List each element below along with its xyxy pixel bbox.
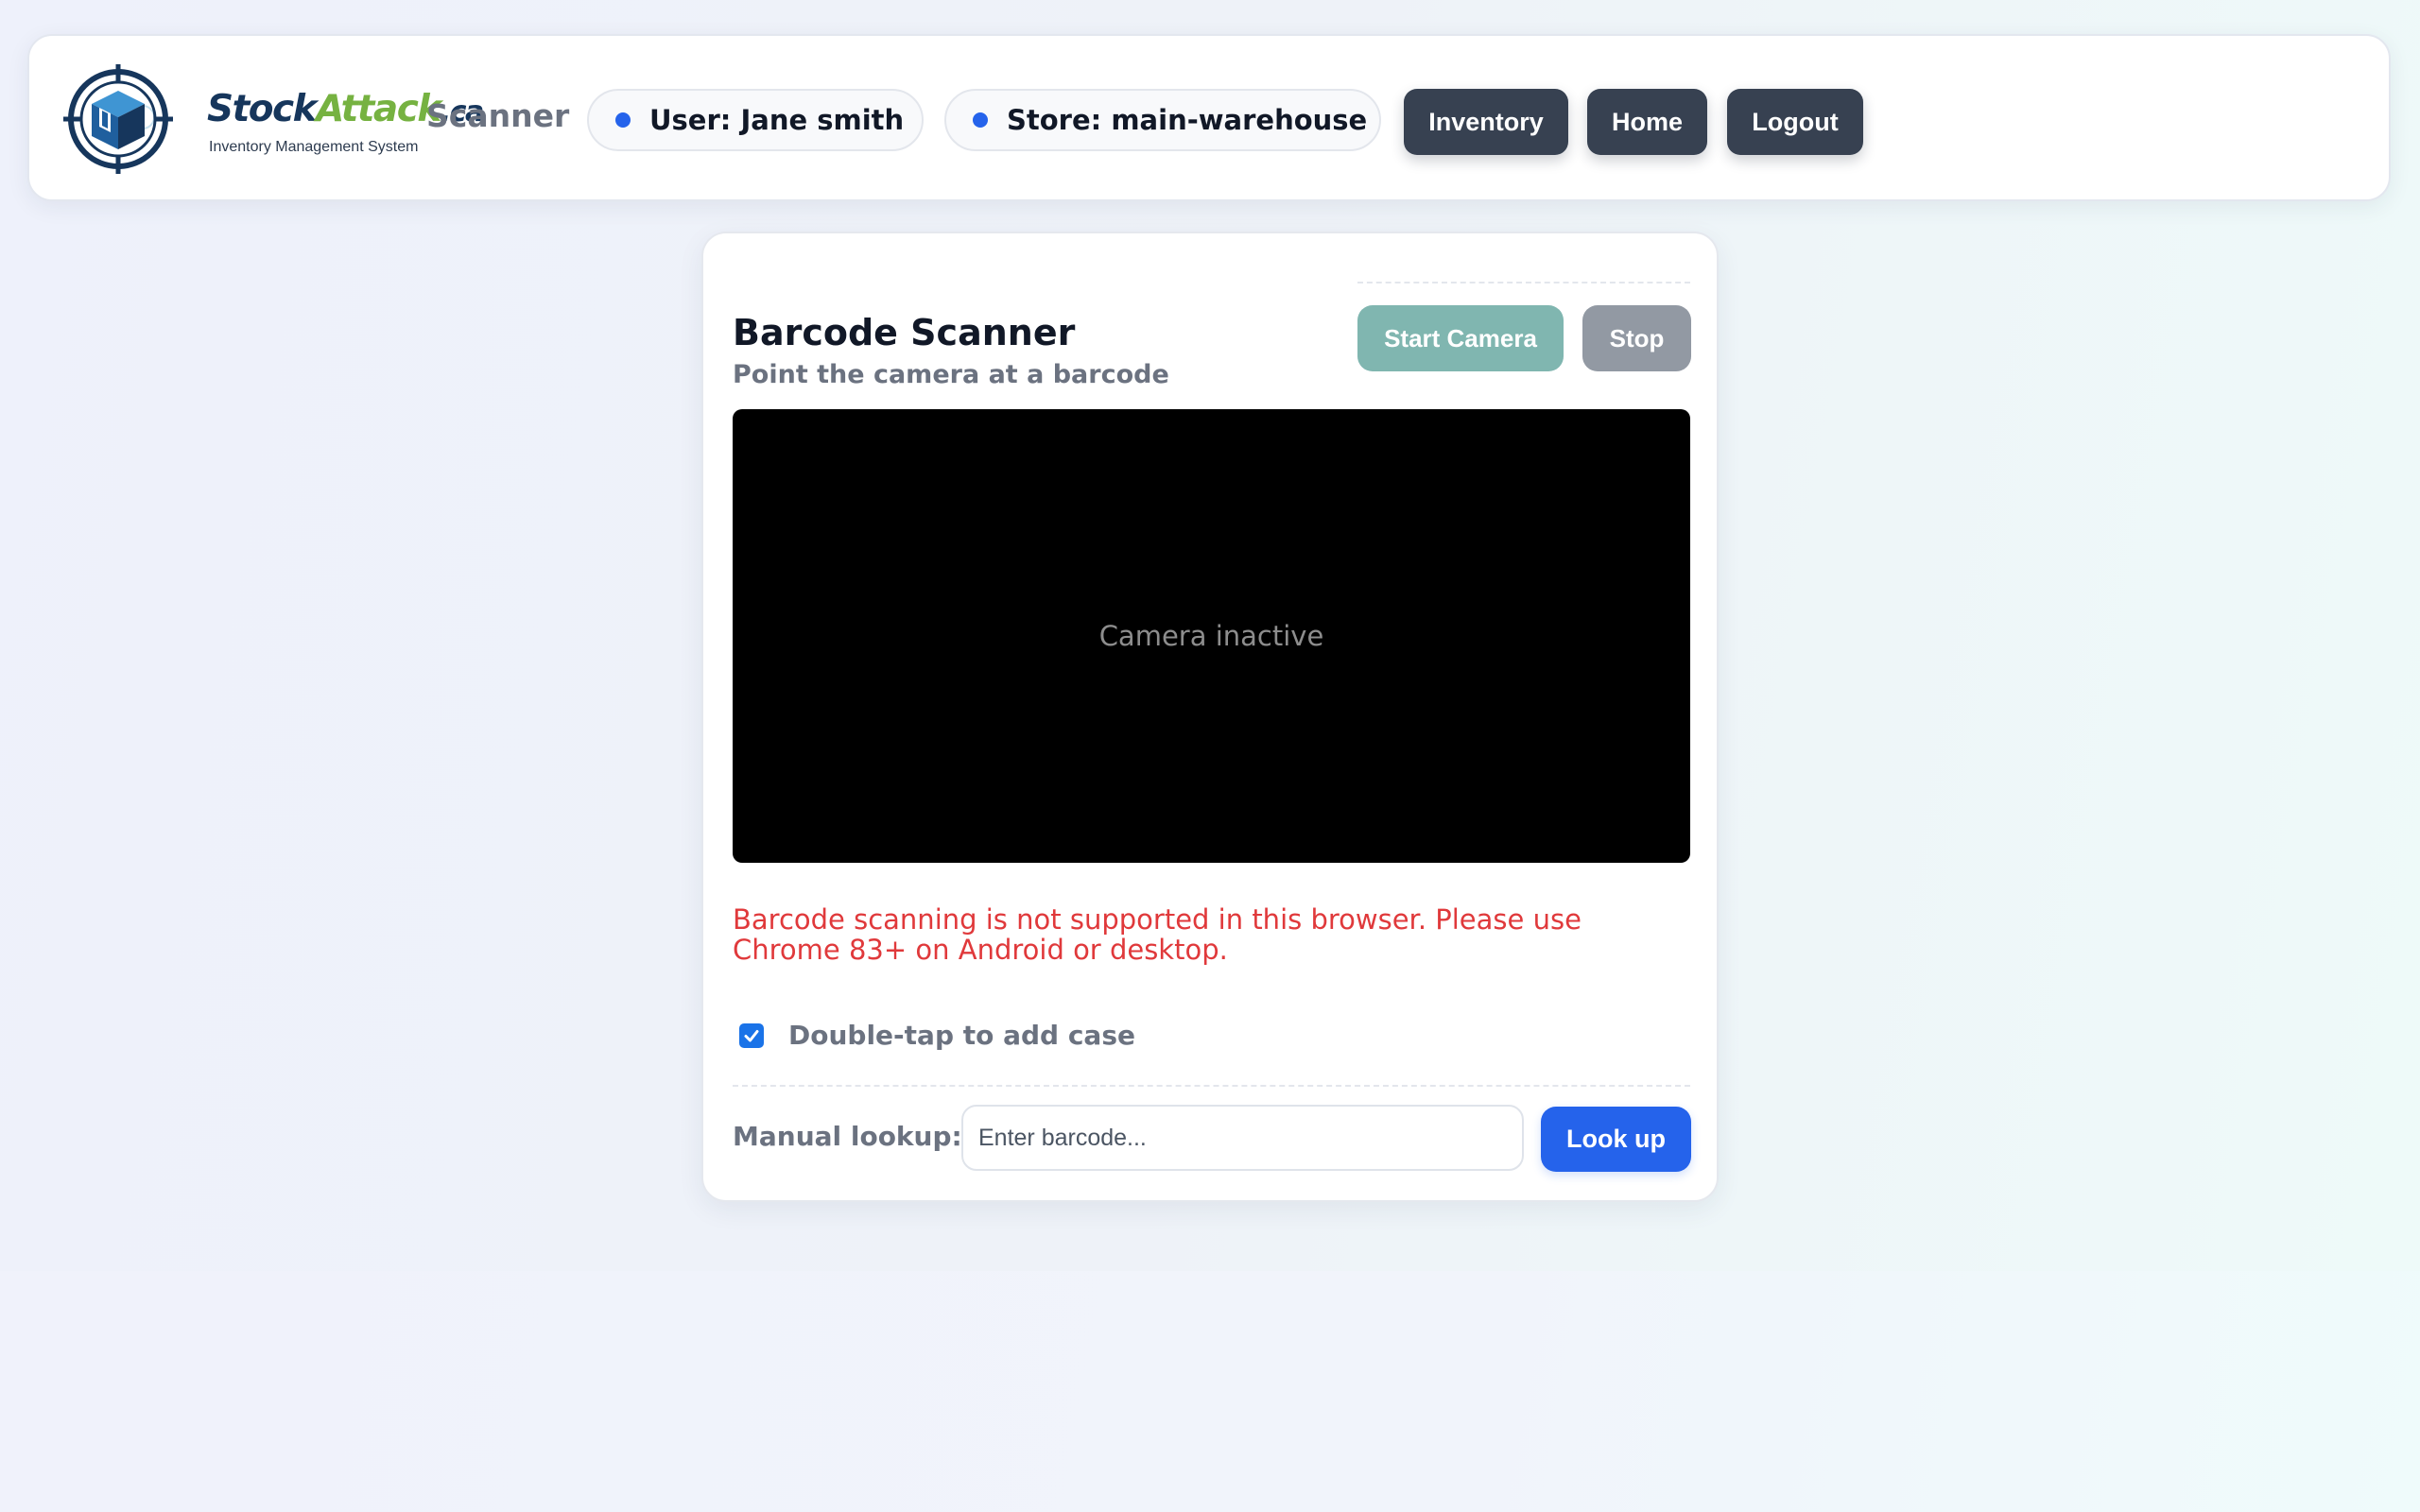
app-header: StockAttack.ca Inventory Management Syst…: [27, 34, 2391, 201]
scanner-title: Barcode Scanner: [733, 312, 1076, 353]
browser-support-error: Barcode scanning is not supported in thi…: [733, 903, 1582, 966]
home-button[interactable]: Home: [1587, 89, 1707, 155]
logout-button[interactable]: Logout: [1727, 89, 1863, 155]
camera-status-text: Camera inactive: [1098, 620, 1324, 652]
double-tap-label: Double-tap to add case: [788, 1020, 1135, 1051]
inventory-button[interactable]: Inventory: [1404, 89, 1568, 155]
scanner-subtitle: Point the camera at a barcode: [733, 360, 1169, 389]
crosshair-box-logo-icon: [63, 64, 173, 174]
look-up-button[interactable]: Look up: [1541, 1107, 1691, 1172]
store-status-pill: Store: main-warehouse: [944, 89, 1381, 151]
checkmark-icon: [744, 1029, 759, 1041]
status-dot-icon: [973, 112, 988, 128]
double-tap-checkbox[interactable]: [739, 1022, 764, 1048]
barcode-input[interactable]: [961, 1105, 1524, 1171]
stop-camera-button[interactable]: Stop: [1582, 305, 1691, 371]
double-tap-option[interactable]: Double-tap to add case: [739, 1020, 1135, 1051]
page-background-lower: [0, 1271, 2420, 1512]
logo-tagline: Inventory Management System: [209, 139, 419, 155]
start-camera-button[interactable]: Start Camera: [1357, 305, 1564, 371]
stockattack-logo[interactable]: StockAttack.ca Inventory Management Syst…: [61, 62, 484, 176]
manual-lookup-label: Manual lookup:: [733, 1121, 962, 1152]
user-label: User: Jane smith: [649, 104, 905, 136]
user-status-pill: User: Jane smith: [587, 89, 924, 151]
card-top-divider: [1357, 282, 1690, 284]
section-divider: [733, 1085, 1690, 1087]
camera-viewport: Camera inactive: [733, 409, 1690, 863]
page-title: Scanner: [426, 97, 570, 134]
scanner-card: Barcode Scanner Point the camera at a ba…: [701, 232, 1719, 1202]
status-dot-icon: [615, 112, 631, 128]
store-label: Store: main-warehouse: [1007, 104, 1368, 136]
